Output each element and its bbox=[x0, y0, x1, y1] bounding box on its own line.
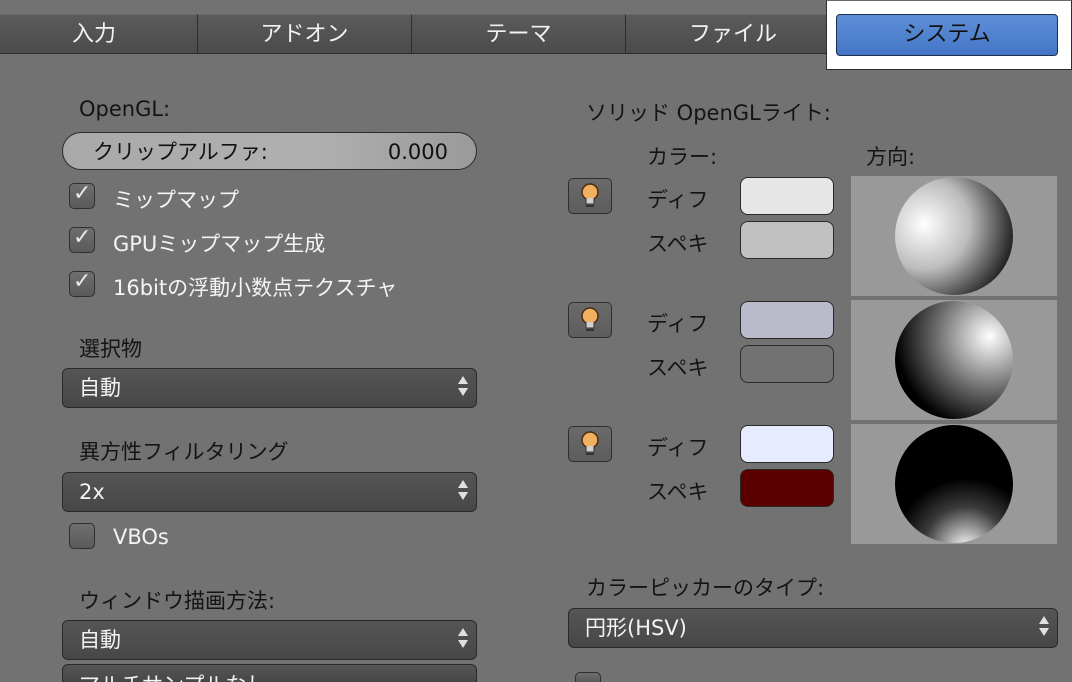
window-draw-label: ウィンドウ描画方法: bbox=[79, 589, 276, 613]
opengl-label: OpenGL: bbox=[79, 97, 171, 121]
light-2-diffuse-label: ディフ bbox=[647, 312, 709, 336]
color-picker-value: 円形(HSV) bbox=[585, 616, 687, 640]
light-3-toggle[interactable] bbox=[568, 426, 612, 462]
selection-value: 自動 bbox=[79, 376, 121, 400]
gpu-mipmap-label: GPUミップマップ生成 bbox=[113, 232, 326, 256]
float-textures-label: 16bitの浮動小数点テクスチャ bbox=[113, 276, 398, 300]
light-3-direction[interactable] bbox=[851, 424, 1057, 544]
float-textures-checkbox[interactable]: ✓ bbox=[69, 269, 95, 297]
check-icon: ✓ bbox=[73, 181, 92, 206]
anisotropic-label: 異方性フィルタリング bbox=[79, 440, 289, 464]
light-1-diffuse-label: ディフ bbox=[647, 188, 709, 212]
multisample-value: マルチサンプルなし bbox=[79, 673, 267, 682]
mipmaps-label: ミップマップ bbox=[113, 188, 239, 212]
vbos-label: VBOs bbox=[113, 525, 169, 549]
solid-lights-label: ソリッド OpenGLライト: bbox=[586, 101, 831, 125]
mipmaps-checkbox[interactable]: ✓ bbox=[69, 181, 95, 209]
tab-addons[interactable]: アドオン bbox=[197, 14, 412, 54]
tab-bar: 入力 アドオン テーマ ファイル システム bbox=[0, 0, 1072, 70]
clip-alpha-slider[interactable]: クリップアルファ: 0.000 bbox=[62, 132, 477, 170]
light-1-diffuse-swatch[interactable] bbox=[740, 177, 834, 215]
light-3-specular-swatch[interactable] bbox=[740, 469, 834, 507]
color-header: カラー: bbox=[647, 145, 718, 169]
light-1-specular-swatch[interactable] bbox=[740, 221, 834, 259]
window-draw-value: 自動 bbox=[79, 628, 121, 652]
lightbulb-icon bbox=[581, 183, 599, 207]
selection-label: 選択物 bbox=[79, 337, 142, 361]
light-2-direction[interactable] bbox=[851, 300, 1057, 420]
clip-alpha-value: 0.000 bbox=[387, 140, 448, 164]
color-picker-dropdown[interactable]: 円形(HSV) bbox=[568, 608, 1058, 648]
multisample-dropdown[interactable]: マルチサンプルなし bbox=[62, 664, 477, 682]
updown-arrows-icon bbox=[457, 372, 469, 404]
updown-arrows-icon bbox=[457, 476, 469, 508]
lightbulb-icon bbox=[581, 307, 599, 331]
light-1-specular-label: スペキ bbox=[647, 232, 709, 256]
anisotropic-dropdown[interactable]: 2x bbox=[62, 472, 477, 512]
tab-themes[interactable]: テーマ bbox=[411, 14, 626, 54]
color-picker-label: カラーピッカーのタイプ: bbox=[586, 576, 825, 600]
light-3-diffuse-label: ディフ bbox=[647, 436, 709, 460]
tab-input[interactable]: 入力 bbox=[0, 14, 198, 54]
updown-arrows-icon bbox=[457, 624, 469, 656]
selection-dropdown[interactable]: 自動 bbox=[62, 368, 477, 408]
updown-arrows-icon bbox=[1038, 612, 1050, 644]
light-1-direction[interactable] bbox=[851, 176, 1057, 296]
check-icon: ✓ bbox=[73, 225, 92, 250]
light-2-specular-swatch[interactable] bbox=[740, 345, 834, 383]
light-2-toggle[interactable] bbox=[568, 302, 612, 338]
light-2-diffuse-swatch[interactable] bbox=[740, 301, 834, 339]
window-draw-dropdown[interactable]: 自動 bbox=[62, 620, 477, 660]
tab-system[interactable]: システム bbox=[836, 14, 1058, 56]
check-icon: ✓ bbox=[73, 269, 92, 294]
lightbulb-icon bbox=[581, 431, 599, 455]
direction-header: 方向: bbox=[866, 145, 916, 169]
light-3-specular-label: スペキ bbox=[647, 480, 709, 504]
vbos-checkbox[interactable] bbox=[69, 523, 95, 549]
clip-alpha-label: クリップアルファ: bbox=[93, 140, 268, 164]
light-3-diffuse-swatch[interactable] bbox=[740, 425, 834, 463]
light-1-toggle[interactable] bbox=[568, 178, 612, 214]
light-2-specular-label: スペキ bbox=[647, 356, 709, 380]
gpu-mipmap-checkbox[interactable]: ✓ bbox=[69, 225, 95, 253]
anisotropic-value: 2x bbox=[79, 480, 105, 504]
tab-file[interactable]: ファイル bbox=[625, 14, 841, 54]
partial-checkbox[interactable] bbox=[575, 672, 601, 682]
